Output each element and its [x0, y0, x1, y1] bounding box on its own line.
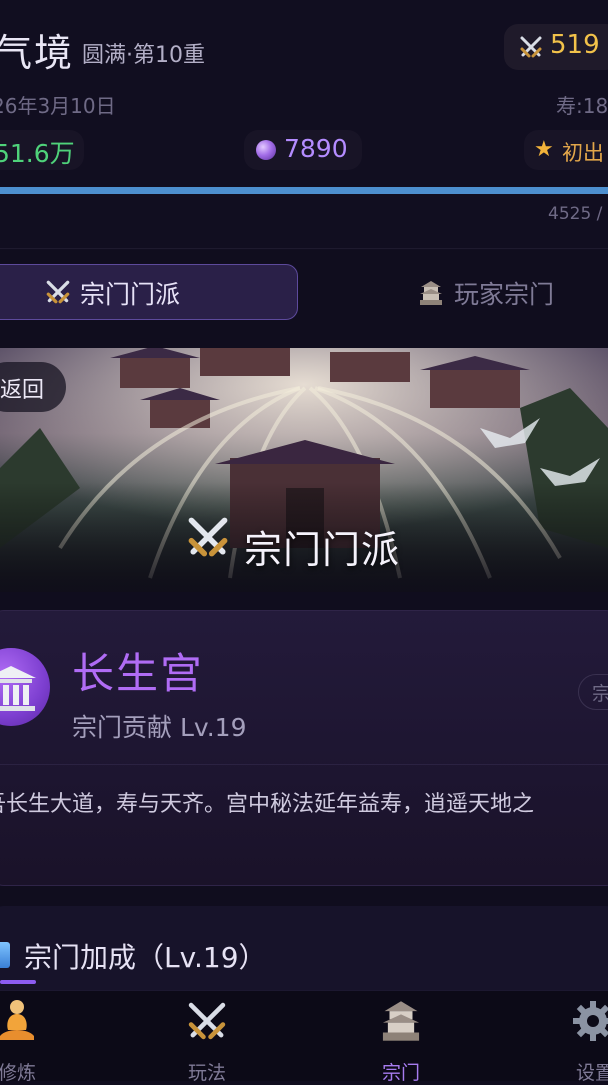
- crossed-swords-icon: [520, 36, 542, 58]
- crossed-swords-icon[interactable]: [184, 998, 230, 1044]
- combat-power-value: 519: [550, 30, 600, 60]
- spirit-orb-icon: [256, 140, 276, 160]
- nav-item-settings[interactable]: 设置: [576, 1058, 608, 1085]
- back-button-label[interactable]: 返回: [0, 372, 44, 404]
- realm-name: 气境: [0, 31, 75, 75]
- realm-stage: 圆满·第10重: [82, 43, 205, 68]
- crossed-swords-icon: [46, 280, 70, 304]
- sect-description: 吾长生大道，寿与天齐。宫中秘法延年益寿，逍遥天地之: [0, 792, 535, 817]
- book-icon: [0, 942, 10, 968]
- sect-name: 长生宫: [72, 649, 205, 698]
- crossed-swords-icon: [188, 517, 228, 557]
- bottom-nav: [0, 990, 608, 1081]
- sect-emblem: [0, 648, 50, 726]
- money-value: 51.6万: [0, 139, 75, 168]
- game-date: 26年3月10日: [0, 94, 116, 118]
- sect-tag-label: 宗: [592, 683, 608, 705]
- pagoda-icon: [420, 281, 442, 305]
- bonus-underline: [0, 980, 36, 984]
- nav-item-sect[interactable]: 宗门: [382, 1058, 420, 1085]
- spirit-orb-value: 7890: [284, 134, 348, 163]
- exp-text: 4525 /: [548, 204, 603, 224]
- tab-sect-factions-label: 宗门门派: [80, 280, 181, 309]
- sect-contribution-level: 宗门贡献 Lv.19: [72, 713, 247, 742]
- tab-player-sect-label[interactable]: 玩家宗门: [454, 275, 554, 311]
- banner-title: 宗门门派: [244, 528, 401, 572]
- title-text: 初出: [562, 141, 604, 165]
- pagoda-icon[interactable]: [378, 998, 424, 1044]
- star-icon: ★: [534, 137, 554, 162]
- sect-bonus-title: 宗门加成（Lv.19）: [24, 941, 267, 974]
- nav-item-cultivate[interactable]: 修炼: [0, 1058, 36, 1085]
- gear-icon[interactable]: [570, 998, 608, 1044]
- lifespan-text: 寿:18: [556, 94, 608, 118]
- exp-bar-fill: [0, 187, 608, 194]
- header-divider: [0, 248, 608, 249]
- meditating-person-icon[interactable]: [0, 998, 40, 1044]
- nav-item-gameplay[interactable]: 玩法: [188, 1058, 226, 1085]
- card-divider: [0, 764, 608, 765]
- temple-icon: [0, 666, 36, 711]
